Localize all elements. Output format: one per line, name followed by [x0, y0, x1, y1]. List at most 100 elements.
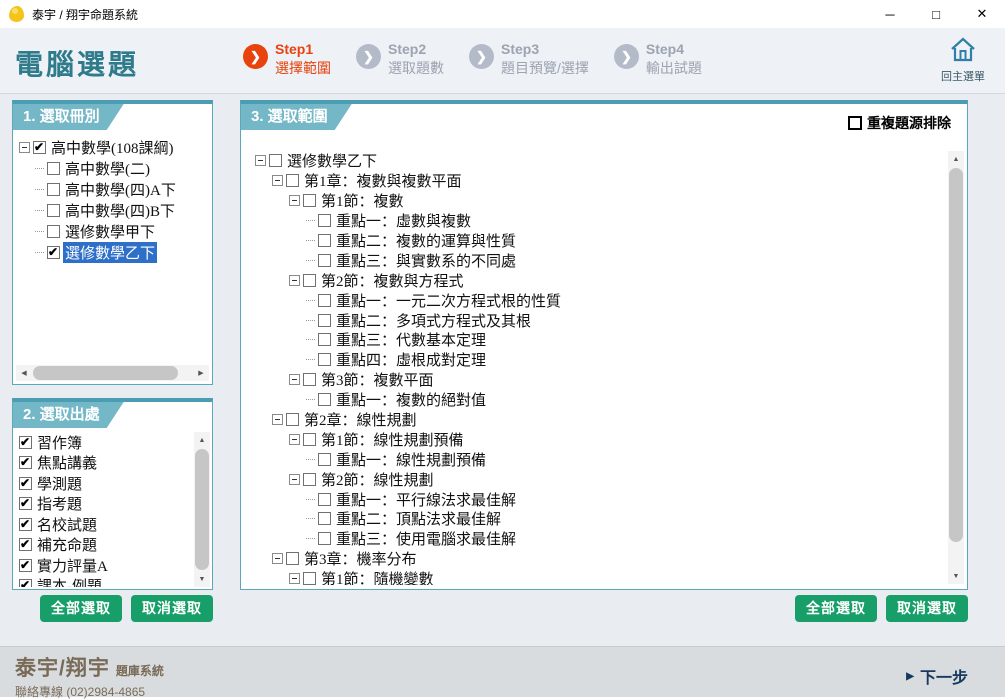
tree-item-label[interactable]: 高中數學(108課綱): [49, 137, 176, 158]
checkbox[interactable]: [318, 294, 331, 307]
checkbox[interactable]: [318, 532, 331, 545]
checkbox[interactable]: [318, 234, 331, 247]
maximize-button[interactable]: □: [913, 0, 959, 28]
scroll-down-icon[interactable]: ▼: [194, 571, 210, 587]
source-deselect-all-button[interactable]: 取消選取: [131, 595, 213, 622]
tree-item-label[interactable]: 重點二：多項式方程式及其根: [334, 310, 533, 331]
tree-item-label[interactable]: 重點三：代數基本定理: [334, 329, 488, 350]
tree-item-label[interactable]: 高中數學(四)B下: [63, 200, 177, 221]
collapse-minus-icon[interactable]: [19, 142, 30, 153]
scope-tree-vertical-scrollbar[interactable]: ▲ ▼: [948, 151, 964, 584]
checkbox[interactable]: [19, 579, 32, 587]
close-button[interactable]: ✕: [959, 0, 1005, 28]
collapse-minus-icon[interactable]: [272, 553, 283, 564]
tree-item-label[interactable]: 選修數學乙下: [63, 242, 157, 263]
source-item-label[interactable]: 指考題: [35, 493, 84, 514]
checkbox[interactable]: [318, 214, 331, 227]
home-button[interactable]: 回主選單: [934, 36, 992, 84]
step-3[interactable]: ❯ Step3 題目預覽/選擇: [469, 40, 589, 78]
checkbox[interactable]: [19, 497, 32, 510]
tree-item-label[interactable]: 高中數學(二): [63, 158, 152, 179]
tree-item-label[interactable]: 重點一：複數的絕對值: [334, 389, 488, 410]
tree-item-label[interactable]: 重點三：與實數系的不同處: [334, 250, 518, 271]
checkbox[interactable]: [286, 174, 299, 187]
collapse-minus-icon[interactable]: [289, 275, 300, 286]
next-step-button[interactable]: ▶ 下一步: [906, 664, 968, 688]
collapse-minus-icon[interactable]: [289, 474, 300, 485]
checkbox[interactable]: [318, 353, 331, 366]
scroll-right-icon[interactable]: ▶: [193, 365, 209, 381]
checkbox[interactable]: [318, 333, 331, 346]
checkbox[interactable]: [318, 512, 331, 525]
collapse-minus-icon[interactable]: [289, 573, 300, 584]
tree-item-label[interactable]: 高中數學(四)A下: [63, 179, 178, 200]
tree-item-label[interactable]: 第1節：複數: [319, 190, 406, 211]
tree-item-label[interactable]: 重點三：使用電腦求最佳解: [334, 528, 518, 549]
tree-item-label[interactable]: 第3章：機率分布: [302, 548, 419, 569]
scrollbar-thumb[interactable]: [33, 366, 178, 380]
checkbox[interactable]: [318, 453, 331, 466]
checkbox[interactable]: [303, 194, 316, 207]
source-item-label[interactable]: 焦點講義: [35, 452, 99, 473]
checkbox[interactable]: [318, 493, 331, 506]
collapse-minus-icon[interactable]: [289, 195, 300, 206]
tree-item-label[interactable]: 第1節：隨機變數: [319, 568, 436, 585]
checkbox[interactable]: [19, 518, 32, 531]
checkbox[interactable]: [19, 456, 32, 469]
checkbox[interactable]: [303, 433, 316, 446]
step-2[interactable]: ❯ Step2 選取題數: [356, 40, 444, 78]
checkbox[interactable]: [318, 314, 331, 327]
tree-item-label[interactable]: 重點一：虛數與複數: [334, 210, 473, 231]
checkbox[interactable]: [19, 538, 32, 551]
tree-item-label[interactable]: 第2章：線性規劃: [302, 409, 419, 430]
source-item-label[interactable]: 課本-例題: [35, 575, 104, 587]
scope-select-all-button[interactable]: 全部選取: [795, 595, 877, 622]
checkbox[interactable]: [47, 204, 60, 217]
source-item-label[interactable]: 補充命題: [35, 534, 99, 555]
tree-item-label[interactable]: 選修數學乙下: [285, 151, 379, 171]
scrollbar-thumb[interactable]: [195, 449, 209, 570]
step-1[interactable]: ❯ Step1 選擇範圍: [243, 40, 331, 78]
source-item-label[interactable]: 實力評量A: [35, 555, 110, 576]
checkbox[interactable]: [19, 436, 32, 449]
collapse-minus-icon[interactable]: [272, 414, 283, 425]
checkbox[interactable]: [286, 552, 299, 565]
tree-item-label[interactable]: 重點二：頂點法求最佳解: [334, 508, 503, 529]
tree-item-label[interactable]: 第3節：複數平面: [319, 369, 436, 390]
checkbox[interactable]: [303, 572, 316, 585]
checkbox[interactable]: [47, 225, 60, 238]
scope-deselect-all-button[interactable]: 取消選取: [886, 595, 968, 622]
tree-item-label[interactable]: 第1節：線性規劃預備: [319, 429, 466, 450]
minimize-button[interactable]: ─: [867, 0, 913, 28]
scroll-left-icon[interactable]: ◀: [16, 365, 32, 381]
checkbox-icon[interactable]: [848, 116, 862, 130]
checkbox[interactable]: [33, 141, 46, 154]
checkbox[interactable]: [47, 162, 60, 175]
checkbox[interactable]: [318, 254, 331, 267]
source-list-vertical-scrollbar[interactable]: ▲ ▼: [194, 432, 210, 587]
checkbox[interactable]: [303, 373, 316, 386]
checkbox[interactable]: [269, 154, 282, 167]
tree-item-label[interactable]: 選修數學甲下: [63, 221, 157, 242]
checkbox[interactable]: [318, 393, 331, 406]
scroll-down-icon[interactable]: ▼: [948, 568, 964, 584]
step-4[interactable]: ❯ Step4 輸出試題: [614, 40, 702, 78]
tree-item-label[interactable]: 重點四：虛根成對定理: [334, 349, 488, 370]
collapse-minus-icon[interactable]: [255, 155, 266, 166]
source-select-all-button[interactable]: 全部選取: [40, 595, 122, 622]
dedupe-source-checkbox[interactable]: 重複題源排除: [848, 113, 951, 133]
source-item-label[interactable]: 名校試題: [35, 514, 99, 535]
collapse-minus-icon[interactable]: [289, 434, 300, 445]
scroll-up-icon[interactable]: ▲: [194, 432, 210, 448]
checkbox[interactable]: [47, 246, 60, 259]
checkbox[interactable]: [47, 183, 60, 196]
source-item-label[interactable]: 學測題: [35, 473, 84, 494]
tree-item-label[interactable]: 第2節：複數與方程式: [319, 270, 466, 291]
tree-item-label[interactable]: 重點一：平行線法求最佳解: [334, 489, 518, 510]
scroll-up-icon[interactable]: ▲: [948, 151, 964, 167]
checkbox[interactable]: [19, 559, 32, 572]
checkbox[interactable]: [303, 473, 316, 486]
tree-item-label[interactable]: 第2節：線性規劃: [319, 469, 436, 490]
book-tree-horizontal-scrollbar[interactable]: ◀ ▶: [16, 365, 209, 381]
source-item-label[interactable]: 習作簿: [35, 432, 84, 453]
